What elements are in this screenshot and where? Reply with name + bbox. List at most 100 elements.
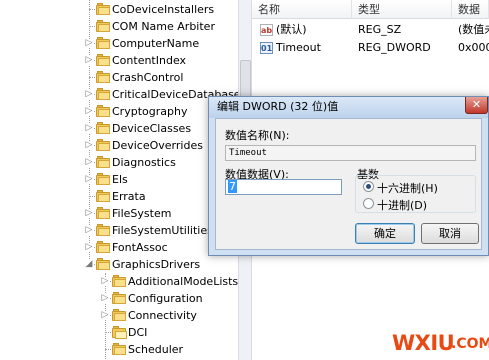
tree-item[interactable]: COM Name Arbiter bbox=[0, 18, 238, 35]
collapsed-arrow-icon[interactable]: ▷ bbox=[85, 90, 93, 99]
tree-item-label: Diagnostics bbox=[112, 156, 176, 169]
folder-icon bbox=[96, 3, 110, 15]
tree-item-label: DCI bbox=[128, 326, 148, 339]
tree-item-label: DeviceOverrides bbox=[112, 139, 203, 152]
collapsed-arrow-icon[interactable]: ▷ bbox=[85, 141, 93, 150]
tree-item[interactable]: ▷ DeviceOverrides bbox=[0, 137, 238, 154]
collapsed-arrow-icon[interactable]: ▷ bbox=[85, 56, 93, 65]
folder-icon bbox=[96, 20, 110, 32]
collapsed-arrow-icon[interactable]: ▷ bbox=[85, 226, 93, 235]
collapsed-arrow-icon[interactable]: ▷ bbox=[85, 209, 93, 218]
string-value-icon: ab bbox=[260, 24, 273, 36]
edit-dword-dialog: 编辑 DWORD (32 位)值 ✕ 数值名称(N): Timeout 数值数据… bbox=[208, 96, 489, 256]
radio-hexadecimal[interactable] bbox=[363, 181, 374, 192]
value-name: Timeout bbox=[276, 41, 321, 54]
value-type: REG_SZ bbox=[358, 23, 402, 36]
close-icon[interactable]: ✕ bbox=[465, 97, 488, 114]
tree-item[interactable]: ▷ FontAssoc bbox=[0, 239, 238, 256]
radio-hexadecimal-label[interactable]: 十六进制(H) bbox=[377, 180, 438, 196]
radio-decimal-label[interactable]: 十进制(D) bbox=[377, 197, 427, 213]
column-header-name[interactable]: 名称 bbox=[252, 0, 352, 19]
tree-item-label: ComputerName bbox=[112, 37, 200, 50]
tree-item-label: Connectivity bbox=[128, 309, 197, 322]
collapsed-arrow-icon[interactable]: ▷ bbox=[85, 124, 93, 133]
folder-icon bbox=[96, 241, 110, 253]
folder-icon bbox=[112, 326, 127, 339]
tree-item[interactable]: ▷ AdditionalModeLists bbox=[0, 273, 238, 290]
collapsed-arrow-icon[interactable]: ▷ bbox=[85, 243, 93, 252]
folder-icon bbox=[96, 122, 110, 134]
value-row[interactable]: 01 Timeout REG_DWORD 0x000 bbox=[252, 39, 489, 57]
value-name: (默认) bbox=[276, 23, 307, 36]
collapsed-arrow-icon[interactable]: ▷ bbox=[101, 277, 109, 286]
tree-item[interactable]: ▷ Connectivity bbox=[0, 307, 238, 324]
tree-item-label: CrashControl bbox=[112, 71, 184, 84]
tree-item[interactable]: ◢ GraphicsDrivers bbox=[0, 256, 238, 273]
tree-item[interactable]: ▷ FileSystemUtilities bbox=[0, 222, 238, 239]
dword-value-icon: 01 bbox=[260, 42, 273, 54]
folder-icon bbox=[96, 37, 110, 49]
tree-item[interactable]: ▷ ComputerName bbox=[0, 35, 238, 52]
folder-icon bbox=[96, 173, 110, 185]
collapsed-arrow-icon[interactable]: ▷ bbox=[85, 39, 93, 48]
radio-decimal[interactable] bbox=[363, 198, 374, 209]
collapsed-arrow-icon[interactable]: ▷ bbox=[101, 311, 109, 320]
column-header-data[interactable]: 数据 bbox=[452, 0, 489, 19]
cancel-button[interactable]: 取消 bbox=[421, 223, 479, 244]
dialog-title[interactable]: 编辑 DWORD (32 位)值 bbox=[209, 97, 488, 118]
value-data: 0x000 bbox=[458, 41, 489, 54]
folder-icon bbox=[112, 343, 126, 355]
tree-item-label: FontAssoc bbox=[112, 241, 168, 254]
folder-icon bbox=[96, 54, 110, 66]
folder-icon bbox=[96, 105, 110, 117]
tree-item[interactable]: ▷ CriticalDeviceDatabase bbox=[0, 86, 238, 103]
collapsed-arrow-icon[interactable]: ▷ bbox=[85, 107, 93, 116]
folder-icon bbox=[112, 275, 126, 287]
tree-item[interactable]: CoDeviceInstallers bbox=[0, 1, 238, 18]
folder-icon bbox=[96, 258, 110, 270]
folder-icon bbox=[96, 88, 110, 100]
tree-item[interactable]: Errata bbox=[0, 188, 238, 205]
dialog-body: 数值名称(N): Timeout 数值数据(V): 7 基数 十六进制(H) 十… bbox=[215, 118, 482, 250]
tree-item-label: Els bbox=[112, 173, 128, 186]
folder-icon bbox=[96, 190, 110, 202]
tree-item[interactable]: ▷ Configuration bbox=[0, 290, 238, 307]
value-data-text: 7 bbox=[228, 180, 237, 193]
tree-item-label: COM Name Arbiter bbox=[112, 20, 215, 33]
ok-button[interactable]: 确定 bbox=[355, 223, 415, 244]
tree-item-label: GraphicsDrivers bbox=[112, 258, 201, 271]
tree-item[interactable]: CrashControl bbox=[0, 69, 238, 86]
watermark-suffix: .COM bbox=[451, 336, 489, 352]
folder-icon bbox=[112, 292, 126, 304]
folder-icon bbox=[96, 224, 110, 236]
value-row[interactable]: ab (默认) REG_SZ (数值未 bbox=[252, 21, 489, 39]
tree-item[interactable]: ▷ Els bbox=[0, 171, 238, 188]
value-name-label: 数值名称(N): bbox=[225, 129, 290, 142]
folder-icon bbox=[96, 71, 110, 83]
watermark-text: WXIU bbox=[392, 331, 455, 355]
column-header-type[interactable]: 类型 bbox=[352, 0, 452, 19]
tree-item[interactable]: ▷ Diagnostics bbox=[0, 154, 238, 171]
folder-icon bbox=[96, 139, 110, 151]
folder-icon bbox=[96, 156, 110, 168]
value-data-input[interactable]: 7 bbox=[225, 179, 342, 195]
tree-item[interactable]: ▷ DeviceClasses bbox=[0, 120, 238, 137]
tree-item-label: Cryptography bbox=[112, 105, 188, 118]
tree-item-label: DeviceClasses bbox=[112, 122, 192, 135]
tree-item[interactable]: Scheduler bbox=[0, 341, 238, 358]
tree-item-label: AdditionalModeLists bbox=[128, 275, 238, 288]
tree-item[interactable]: DCI bbox=[0, 324, 238, 341]
registry-key-tree[interactable]: CoDeviceInstallers COM Name Arbiter ▷ Compu… bbox=[0, 0, 238, 360]
collapsed-arrow-icon[interactable]: ▷ bbox=[85, 175, 93, 184]
tree-item[interactable]: ▷ ContentIndex bbox=[0, 52, 238, 69]
expanded-arrow-icon[interactable]: ◢ bbox=[85, 260, 93, 269]
value-data: (数值未 bbox=[458, 23, 489, 36]
tree-item[interactable]: ▷ Cryptography bbox=[0, 103, 238, 120]
tree-item-label: CoDeviceInstallers bbox=[112, 3, 215, 16]
tree-item-label: Configuration bbox=[128, 292, 203, 305]
collapsed-arrow-icon[interactable]: ▷ bbox=[101, 294, 109, 303]
collapsed-arrow-icon[interactable]: ▷ bbox=[85, 158, 93, 167]
tree-item-label: FileSystemUtilities bbox=[112, 224, 213, 237]
tree-item[interactable]: ▷ FileSystem bbox=[0, 205, 238, 222]
tree-item-label: Scheduler bbox=[128, 343, 184, 356]
